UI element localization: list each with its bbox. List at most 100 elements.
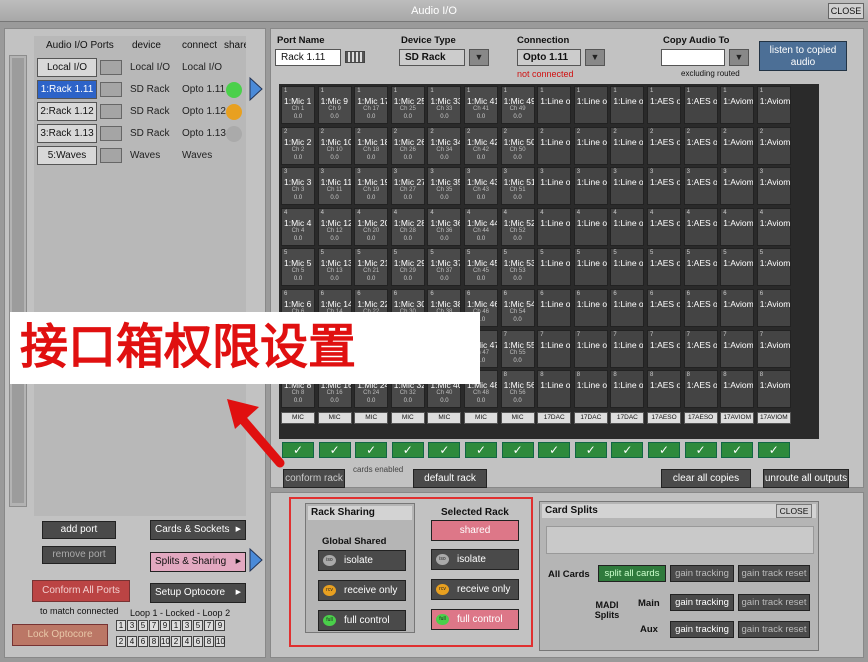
ports-scrollbar[interactable] bbox=[9, 55, 27, 507]
play-icon: ▶ bbox=[235, 526, 241, 533]
card-enable-checkbox[interactable]: ✓ bbox=[611, 442, 644, 458]
gain-tracking-button[interactable]: gain tracking bbox=[670, 565, 734, 582]
loop-row-bottom: 2 4 6 8 10 2 4 6 8 10 bbox=[116, 636, 256, 647]
loop-slot[interactable]: 1 bbox=[171, 620, 181, 631]
loop-slot[interactable]: 10 bbox=[215, 636, 225, 647]
main-gain-tracking-button[interactable]: gain tracking bbox=[670, 594, 734, 611]
card-enable-checkbox[interactable]: ✓ bbox=[501, 442, 534, 458]
loop-slot[interactable]: 7 bbox=[149, 620, 159, 631]
ports-header: Audio I/O Ports bbox=[46, 40, 114, 51]
selected-rack-label: Selected Rack bbox=[441, 507, 509, 518]
lock-optocore-button[interactable]: Lock Optocore bbox=[12, 624, 108, 646]
port-indicator[interactable] bbox=[100, 148, 122, 163]
cards-sockets-label: Cards & Sockets bbox=[155, 524, 230, 535]
isolate-button[interactable]: iso isolate bbox=[318, 550, 406, 571]
check-icon: ✓ bbox=[549, 443, 560, 457]
port-device: Waves bbox=[130, 150, 161, 161]
card-enable-checkbox[interactable]: ✓ bbox=[465, 442, 497, 458]
rack-sharing-panel: Rack Sharing Global Shared iso isolate rc… bbox=[305, 503, 415, 633]
loop-slot[interactable]: 2 bbox=[171, 636, 181, 647]
card-enable-checkbox[interactable]: ✓ bbox=[648, 442, 680, 458]
port-detail-panel: Port Name Rack 1.11 Device Type SD Rack … bbox=[270, 28, 864, 488]
loop-slot[interactable]: 9 bbox=[160, 620, 170, 631]
unroute-outputs-button[interactable]: unroute all outputs bbox=[763, 469, 849, 488]
loop-slot[interactable]: 3 bbox=[127, 620, 137, 631]
port-connection: Local I/O bbox=[182, 62, 223, 73]
global-shared-label: Global Shared bbox=[322, 536, 387, 547]
card-enable-checkbox[interactable]: ✓ bbox=[318, 442, 351, 458]
loop-slot[interactable]: 8 bbox=[149, 636, 159, 647]
loop-slot[interactable]: 1 bbox=[116, 620, 126, 631]
selected-isolate-label: isolate bbox=[457, 554, 486, 565]
rack-sharing-title: Rack Sharing bbox=[308, 506, 412, 520]
port-button[interactable]: 5:Waves bbox=[37, 146, 97, 165]
card-enable-checkbox[interactable]: ✓ bbox=[684, 442, 717, 458]
card-splits-area bbox=[546, 526, 814, 554]
card-enable-checkbox[interactable]: ✓ bbox=[428, 442, 461, 458]
port-button[interactable]: 3:Rack 1.13 bbox=[37, 124, 97, 143]
card-enable-checkbox[interactable]: ✓ bbox=[757, 442, 790, 458]
conform-all-ports-button[interactable]: Conform All Ports bbox=[32, 580, 130, 602]
remove-port-button[interactable]: remove port bbox=[42, 546, 116, 564]
loop-slot[interactable]: 2 bbox=[116, 636, 126, 647]
check-icon: ✓ bbox=[329, 443, 340, 457]
device-header: device bbox=[132, 40, 161, 51]
port-indicator[interactable] bbox=[100, 104, 122, 119]
close-button[interactable]: CLOSE bbox=[828, 3, 864, 19]
split-all-cards-button[interactable]: split all cards bbox=[598, 565, 666, 582]
card-splits-title: Card Splits bbox=[542, 504, 816, 518]
loop-status: Loop 1 - Locked - Loop 2 bbox=[130, 608, 231, 618]
add-port-button[interactable]: add port bbox=[42, 521, 116, 539]
loop-slot[interactable]: 5 bbox=[193, 620, 203, 631]
check-icon: ✓ bbox=[732, 443, 743, 457]
setup-optocore-button[interactable]: Setup Optocore ▶ bbox=[150, 583, 246, 603]
loop-slot[interactable]: 6 bbox=[138, 636, 148, 647]
splits-sharing-button[interactable]: Splits & Sharing ▶ bbox=[150, 552, 246, 572]
loop-slot[interactable]: 10 bbox=[160, 636, 170, 647]
loop-slot[interactable]: 4 bbox=[127, 636, 137, 647]
card-enable-checkbox[interactable]: ✓ bbox=[538, 442, 571, 458]
port-button[interactable]: Local I/O bbox=[37, 58, 97, 77]
clear-copies-button[interactable]: clear all copies bbox=[661, 469, 751, 488]
card-enable-checkbox[interactable]: ✓ bbox=[721, 442, 754, 458]
main-gain-reset-button[interactable]: gain track reset bbox=[738, 594, 810, 611]
default-rack-button[interactable]: default rack bbox=[413, 469, 487, 488]
selected-isolate-button[interactable]: iso isolate bbox=[431, 549, 519, 570]
port-button[interactable]: 1:Rack 1.11 bbox=[37, 80, 97, 99]
loop-slot[interactable]: 6 bbox=[193, 636, 203, 647]
aux-gain-reset-button[interactable]: gain track reset bbox=[738, 621, 810, 638]
port-indicator[interactable] bbox=[100, 60, 122, 75]
gain-track-reset-button[interactable]: gain track reset bbox=[738, 565, 810, 582]
port-indicator[interactable] bbox=[100, 82, 122, 97]
full-icon: full bbox=[323, 614, 336, 626]
receive-only-button[interactable]: rcv receive only bbox=[318, 580, 406, 601]
card-splits-close[interactable]: CLOSE bbox=[776, 504, 812, 518]
selected-receive-label: receive only bbox=[457, 584, 511, 595]
card-type-label: MIC bbox=[390, 412, 425, 424]
cards-sockets-button[interactable]: Cards & Sockets ▶ bbox=[150, 520, 246, 540]
madi-splits-label: MADI Splits bbox=[594, 600, 620, 620]
card-enable-checkbox[interactable]: ✓ bbox=[355, 442, 388, 458]
loop-slot[interactable]: 5 bbox=[138, 620, 148, 631]
port-button[interactable]: 2:Rack 1.12 bbox=[37, 102, 97, 121]
loop-slot[interactable]: 4 bbox=[182, 636, 192, 647]
full-control-button[interactable]: full full control bbox=[318, 610, 406, 631]
loop-slot[interactable]: 7 bbox=[204, 620, 214, 631]
main-label: Main bbox=[638, 598, 660, 609]
aux-gain-tracking-button[interactable]: gain tracking bbox=[670, 621, 734, 638]
card-enable-checkbox[interactable]: ✓ bbox=[574, 442, 607, 458]
loop-slot[interactable]: 9 bbox=[215, 620, 225, 631]
card-type-label: MIC bbox=[427, 412, 462, 424]
selected-full-button[interactable]: full full control bbox=[431, 609, 519, 630]
loop-slot[interactable]: 8 bbox=[204, 636, 214, 647]
play-icon: ▶ bbox=[235, 558, 241, 565]
card-type-label: 17AVIOM bbox=[720, 412, 755, 424]
port-indicator[interactable] bbox=[100, 126, 122, 141]
selected-receive-button[interactable]: rcv receive only bbox=[431, 579, 519, 600]
share-header: share bbox=[224, 40, 246, 51]
port-device: SD Rack bbox=[130, 84, 170, 95]
annotation-caption: 接口箱权限设置 bbox=[10, 312, 480, 384]
card-enable-checkbox[interactable]: ✓ bbox=[391, 442, 424, 458]
loop-slot[interactable]: 3 bbox=[182, 620, 192, 631]
check-icon: ✓ bbox=[402, 443, 413, 457]
